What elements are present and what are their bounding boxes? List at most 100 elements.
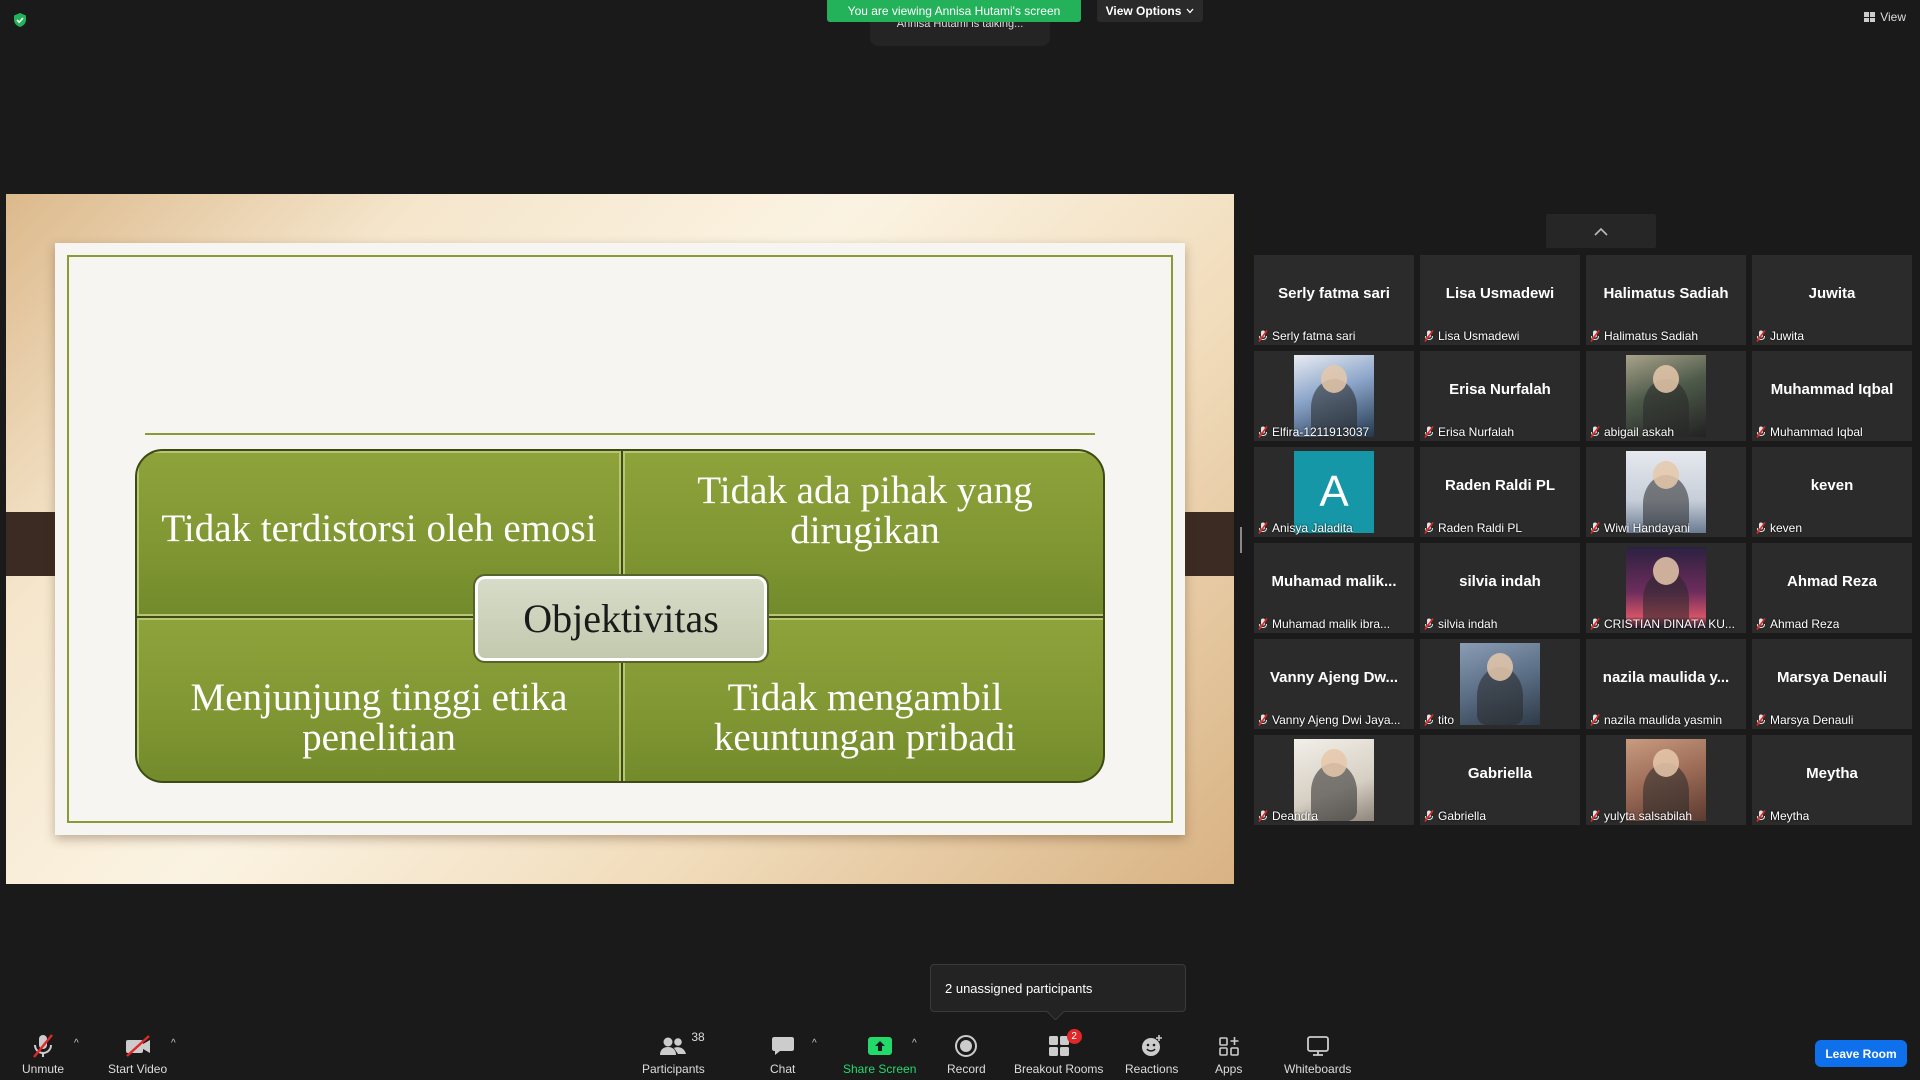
participant-tile[interactable]: Raden Raldi PL Raden Raldi PL: [1420, 447, 1580, 537]
whiteboards-button[interactable]: Whiteboards: [1284, 1032, 1351, 1076]
participant-name: Serly fatma sari: [1272, 329, 1356, 343]
participant-name-label: Erisa Nurfalah: [1424, 425, 1576, 439]
participant-name: Marsya Denauli: [1770, 713, 1854, 727]
reactions-button[interactable]: Reactions: [1125, 1032, 1178, 1076]
participant-name-label: Halimatus Sadiah: [1590, 329, 1742, 343]
microphone-muted-icon: [1258, 714, 1268, 726]
participant-tile[interactable]: Muhammad Iqbal Muhammad Iqbal: [1752, 351, 1912, 441]
microphone-muted-icon: [1590, 426, 1600, 438]
participant-name-label: Lisa Usmadewi: [1424, 329, 1576, 343]
panel-splitter-handle[interactable]: [1240, 527, 1242, 553]
participant-tile[interactable]: Meytha Meytha: [1752, 735, 1912, 825]
participant-name: Anisya Jaladita: [1272, 521, 1353, 535]
video-options-caret[interactable]: ^: [171, 1038, 176, 1049]
participant-head: [1321, 749, 1347, 777]
participant-tile[interactable]: Marsya Denauli Marsya Denauli: [1752, 639, 1912, 729]
participant-display-name: Vanny Ajeng Dw...: [1269, 669, 1399, 686]
participant-name: keven: [1770, 521, 1803, 535]
unmute-button[interactable]: Unmute: [22, 1032, 64, 1076]
participant-name-label: Juwita: [1756, 329, 1908, 343]
participant-name-label: Marsya Denauli: [1756, 713, 1908, 727]
participant-name: Wiwi Handayani: [1604, 521, 1691, 535]
participant-display-name: nazila maulida y...: [1602, 669, 1730, 686]
microphone-muted-icon: [1258, 330, 1268, 342]
participant-gallery: Serly fatma sari Serly fatma sari Lisa Usm…: [1254, 255, 1912, 825]
participant-tile[interactable]: A Anisya Jaladita: [1254, 447, 1414, 537]
microphone-muted-icon: [1258, 810, 1268, 822]
shared-screen: Tidak terdistorsi oleh emosi Tidak ada p…: [6, 194, 1234, 884]
share-options-caret[interactable]: ^: [912, 1038, 917, 1049]
participant-display-name: Raden Raldi PL: [1444, 477, 1556, 494]
participant-display-name: Juwita: [1808, 285, 1856, 302]
participant-tile[interactable]: Halimatus Sadiah Halimatus Sadiah: [1586, 255, 1746, 345]
viewing-screen-banner: You are viewing Annisa Hutami's screen: [827, 0, 1081, 22]
participant-name-label: tito: [1424, 713, 1576, 727]
participant-tile[interactable]: Erisa Nurfalah Erisa Nurfalah: [1420, 351, 1580, 441]
gallery-page-up-button[interactable]: [1546, 214, 1656, 248]
record-button[interactable]: Record: [947, 1032, 986, 1076]
leave-room-button[interactable]: Leave Room: [1815, 1040, 1907, 1067]
participant-tile[interactable]: nazila maulida y... nazila maulida yasmin: [1586, 639, 1746, 729]
participant-display-name: silvia indah: [1459, 573, 1541, 590]
microphone-muted-icon: [1258, 426, 1268, 438]
breakout-rooms-button[interactable]: 2 Breakout Rooms: [1014, 1029, 1103, 1076]
audio-options-caret[interactable]: ^: [74, 1038, 79, 1049]
participant-tile[interactable]: Vanny Ajeng Dw... Vanny Ajeng Dwi Jaya...: [1254, 639, 1414, 729]
chat-button[interactable]: Chat: [770, 1032, 795, 1076]
participant-name: yulyta salsabilah: [1604, 809, 1693, 823]
participant-name: abigail askah: [1604, 425, 1675, 439]
participant-name-label: Elfira-1211913037: [1258, 425, 1410, 439]
participants-button[interactable]: 38 Participants: [642, 1030, 705, 1076]
apps-button[interactable]: Apps: [1215, 1032, 1242, 1076]
view-button[interactable]: View: [1864, 10, 1906, 24]
participant-display-name: Ahmad Reza: [1786, 573, 1878, 590]
shield-check-icon[interactable]: [12, 12, 28, 28]
participant-tile[interactable]: Gabriella Gabriella: [1420, 735, 1580, 825]
participant-tile[interactable]: Lisa Usmadewi Lisa Usmadewi: [1420, 255, 1580, 345]
microphone-muted-icon: [1756, 330, 1766, 342]
share-screen-icon: [867, 1037, 892, 1055]
share-screen-label: Share Screen: [843, 1062, 917, 1076]
unassigned-participants-tooltip[interactable]: 2 unassigned participants: [930, 964, 1186, 1012]
participant-tile[interactable]: Elfira-1211913037: [1254, 351, 1414, 441]
smiley-add-icon: [1141, 1035, 1162, 1056]
view-options-label: View Options: [1105, 4, 1182, 18]
participant-tile[interactable]: Serly fatma sari Serly fatma sari: [1254, 255, 1414, 345]
participants-label: Participants: [642, 1062, 705, 1076]
participant-tile[interactable]: Wiwi Handayani: [1586, 447, 1746, 537]
microphone-muted-icon: [1590, 714, 1600, 726]
participant-display-name: Muhammad Iqbal: [1770, 381, 1894, 398]
participant-name-label: CRISTIAN DINATA KU...: [1590, 617, 1742, 631]
start-video-button[interactable]: Start Video: [108, 1032, 167, 1076]
microphone-muted-icon: [1590, 810, 1600, 822]
participant-tile[interactable]: Juwita Juwita: [1752, 255, 1912, 345]
participant-tile[interactable]: CRISTIAN DINATA KU...: [1586, 543, 1746, 633]
participant-display-name: Erisa Nurfalah: [1449, 381, 1551, 398]
participant-tile[interactable]: keven keven: [1752, 447, 1912, 537]
participant-head: [1653, 749, 1679, 777]
participant-tile[interactable]: Deandra: [1254, 735, 1414, 825]
participant-name-label: Vanny Ajeng Dwi Jaya...: [1258, 713, 1410, 727]
microphone-muted-icon: [1258, 618, 1268, 630]
participant-tile[interactable]: yulyta salsabilah: [1586, 735, 1746, 825]
participant-tile[interactable]: silvia indah silvia indah: [1420, 543, 1580, 633]
participant-name-label: Meytha: [1756, 809, 1908, 823]
participant-tile[interactable]: Muhamad malik... Muhamad malik ibra...: [1254, 543, 1414, 633]
participant-name: CRISTIAN DINATA KU...: [1604, 617, 1735, 631]
microphone-muted-icon: [1424, 522, 1434, 534]
breakout-rooms-badge: 2: [1066, 1029, 1082, 1044]
participant-tile[interactable]: tito: [1420, 639, 1580, 729]
chat-options-caret[interactable]: ^: [812, 1038, 817, 1049]
microphone-muted-icon: [1258, 522, 1268, 534]
record-label: Record: [947, 1062, 986, 1076]
chevron-down-icon: [1186, 8, 1194, 14]
share-screen-button[interactable]: Share Screen: [843, 1032, 916, 1076]
participant-name-label: yulyta salsabilah: [1590, 809, 1742, 823]
participant-name: Muhammad Iqbal: [1770, 425, 1863, 439]
view-options-button[interactable]: View Options: [1097, 0, 1203, 22]
meeting-toolbar: Unmute ^ Start Video ^ 38 Participants C…: [0, 1020, 1920, 1080]
participant-name: Deandra: [1272, 809, 1319, 823]
participant-name: Elfira-1211913037: [1272, 425, 1370, 439]
participant-tile[interactable]: abigail askah: [1586, 351, 1746, 441]
participant-tile[interactable]: Ahmad Reza Ahmad Reza: [1752, 543, 1912, 633]
